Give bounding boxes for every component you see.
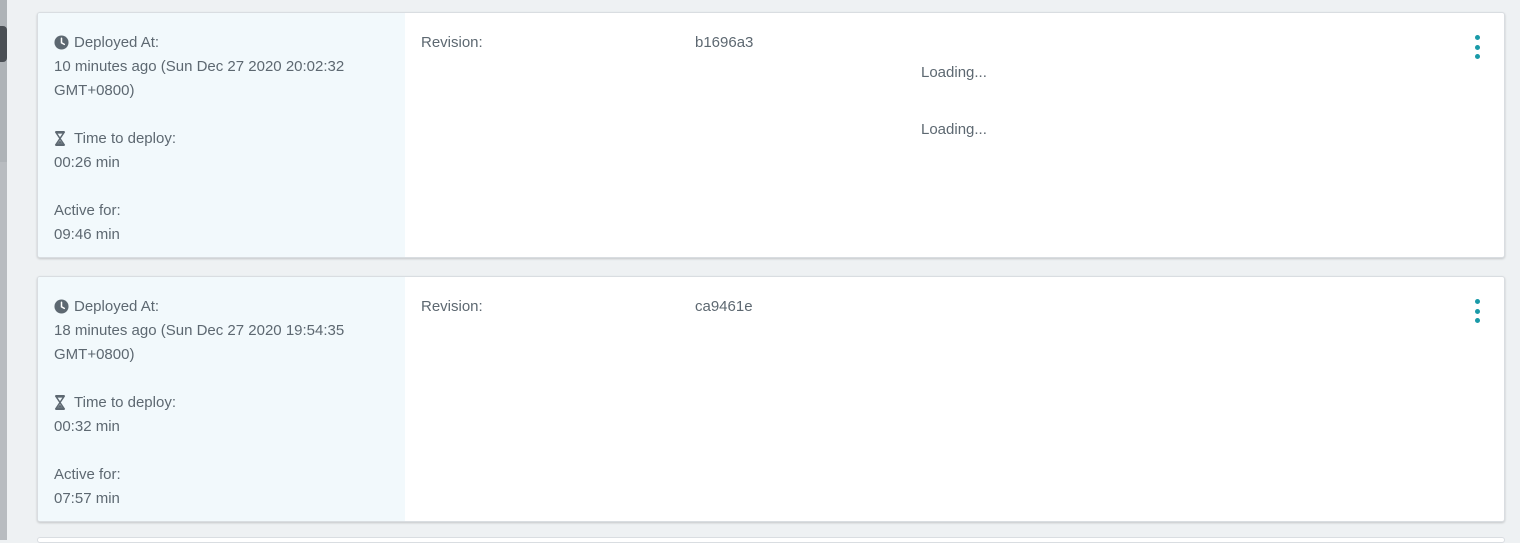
left-panel-handle[interactable] — [0, 26, 7, 62]
more-vertical-icon[interactable] — [1470, 35, 1484, 59]
deployment-details: Revision: b1696a3 Loading... Loading... — [405, 13, 1504, 257]
deployment-card-partial — [37, 537, 1505, 543]
time-to-deploy-label: Time to deploy: — [74, 394, 176, 411]
clock-icon — [54, 35, 70, 51]
active-for-value: 07:57 min — [54, 490, 120, 507]
deployment-card: Deployed At: 18 minutes ago (Sun Dec 27 … — [37, 276, 1505, 522]
deployed-at-value: 10 minutes ago (Sun Dec 27 2020 20:02:32… — [54, 58, 345, 99]
hourglass-icon — [54, 131, 70, 147]
deployment-card: Deployed At: 10 minutes ago (Sun Dec 27 … — [37, 12, 1505, 258]
active-for-label: Active for: — [54, 466, 121, 483]
deployment-meta-panel: Deployed At: 18 minutes ago (Sun Dec 27 … — [38, 277, 405, 521]
deployment-details: Revision: ca9461e — [405, 277, 1504, 521]
left-panel-edge — [0, 0, 7, 540]
time-to-deploy-label: Time to deploy: — [74, 130, 176, 147]
revision-value[interactable]: b1696a3 — [695, 31, 753, 55]
deployment-meta-panel: Deployed At: 10 minutes ago (Sun Dec 27 … — [38, 13, 405, 257]
hourglass-icon — [54, 395, 70, 411]
revision-label: Revision: — [421, 298, 483, 315]
revision-label: Revision: — [421, 34, 483, 51]
active-for-value: 09:46 min — [54, 226, 120, 243]
loading-text: Loading... — [921, 121, 987, 138]
deployed-at-label: Deployed At: — [74, 298, 160, 315]
clock-icon — [54, 299, 70, 315]
deployed-at-value: 18 minutes ago (Sun Dec 27 2020 19:54:35… — [54, 322, 345, 363]
more-vertical-icon[interactable] — [1470, 299, 1484, 323]
loading-text: Loading... — [921, 64, 987, 81]
revision-value[interactable]: ca9461e — [695, 295, 753, 319]
left-panel-lower — [0, 162, 7, 540]
active-for-label: Active for: — [54, 202, 121, 219]
deployed-at-label: Deployed At: — [74, 34, 160, 51]
time-to-deploy-value: 00:26 min — [54, 154, 120, 171]
time-to-deploy-value: 00:32 min — [54, 418, 120, 435]
